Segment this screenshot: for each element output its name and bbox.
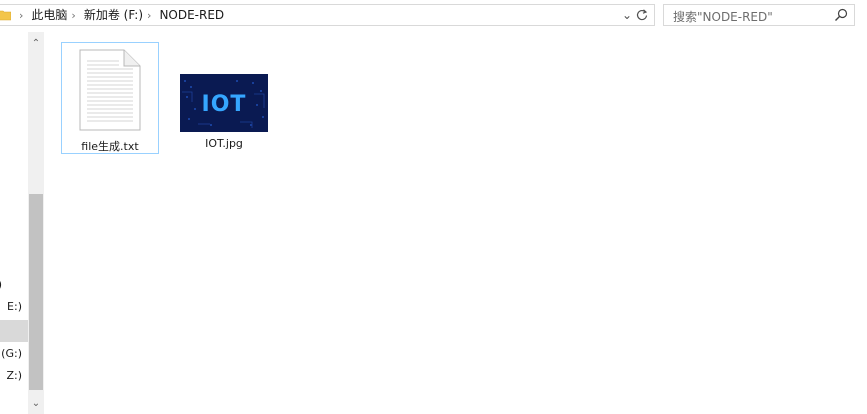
chevron-right-icon[interactable]: › xyxy=(19,8,23,23)
file-item-jpg[interactable]: IOT IOT.jpg xyxy=(175,42,273,154)
text-document-icon xyxy=(79,49,141,131)
breadcrumb-node-red[interactable]: NODE-RED xyxy=(157,8,226,23)
file-name: IOT.jpg xyxy=(205,137,243,150)
chevron-right-icon[interactable]: › xyxy=(71,8,75,23)
scrollbar-thumb[interactable] xyxy=(29,194,43,390)
search-field[interactable]: 搜索"NODE-RED" xyxy=(663,4,855,26)
svg-text:IOT: IOT xyxy=(202,92,247,117)
breadcrumb-drive-f[interactable]: 新加卷 (F:) xyxy=(82,8,145,23)
navigation-pane: ) E:) (G:) Z:) xyxy=(0,32,28,414)
address-bar-row: › 此电脑 › 新加卷 (F:) › NODE-RED ⌄ 搜索"NODE-RE… xyxy=(0,0,867,32)
chevron-down-icon[interactable]: ⌄ xyxy=(620,7,634,23)
breadcrumb-this-pc[interactable]: 此电脑 xyxy=(29,8,69,23)
chevron-right-icon[interactable]: › xyxy=(147,8,151,23)
breadcrumb: › 此电脑 › 新加卷 (F:) › NODE-RED xyxy=(17,8,226,23)
refresh-icon[interactable] xyxy=(634,7,650,23)
iot-image-icon: IOT xyxy=(180,74,268,132)
scroll-down-icon[interactable]: ⌄ xyxy=(28,396,44,412)
scroll-up-icon[interactable]: ⌃ xyxy=(28,36,44,52)
nav-item[interactable]: ) xyxy=(0,274,28,296)
search-icon[interactable] xyxy=(834,8,848,22)
folder-icon xyxy=(0,10,11,21)
nav-item-drive-z[interactable]: Z:) xyxy=(0,365,28,387)
nav-item-drive-g[interactable]: (G:) xyxy=(0,343,28,365)
nav-item-selected[interactable] xyxy=(0,320,28,342)
search-placeholder: 搜索"NODE-RED" xyxy=(673,10,773,24)
nav-scrollbar[interactable]: ⌃ ⌄ xyxy=(28,32,44,414)
address-bar[interactable]: › 此电脑 › 新加卷 (F:) › NODE-RED ⌄ xyxy=(0,4,655,26)
file-item-txt[interactable]: file生成.txt xyxy=(61,42,159,154)
image-thumbnail: IOT xyxy=(180,74,268,132)
file-name: file生成.txt xyxy=(81,140,139,153)
nav-item-drive-e[interactable]: E:) xyxy=(0,296,28,318)
file-content-pane: file生成.txt IOT IOT.jpg xyxy=(44,32,867,414)
